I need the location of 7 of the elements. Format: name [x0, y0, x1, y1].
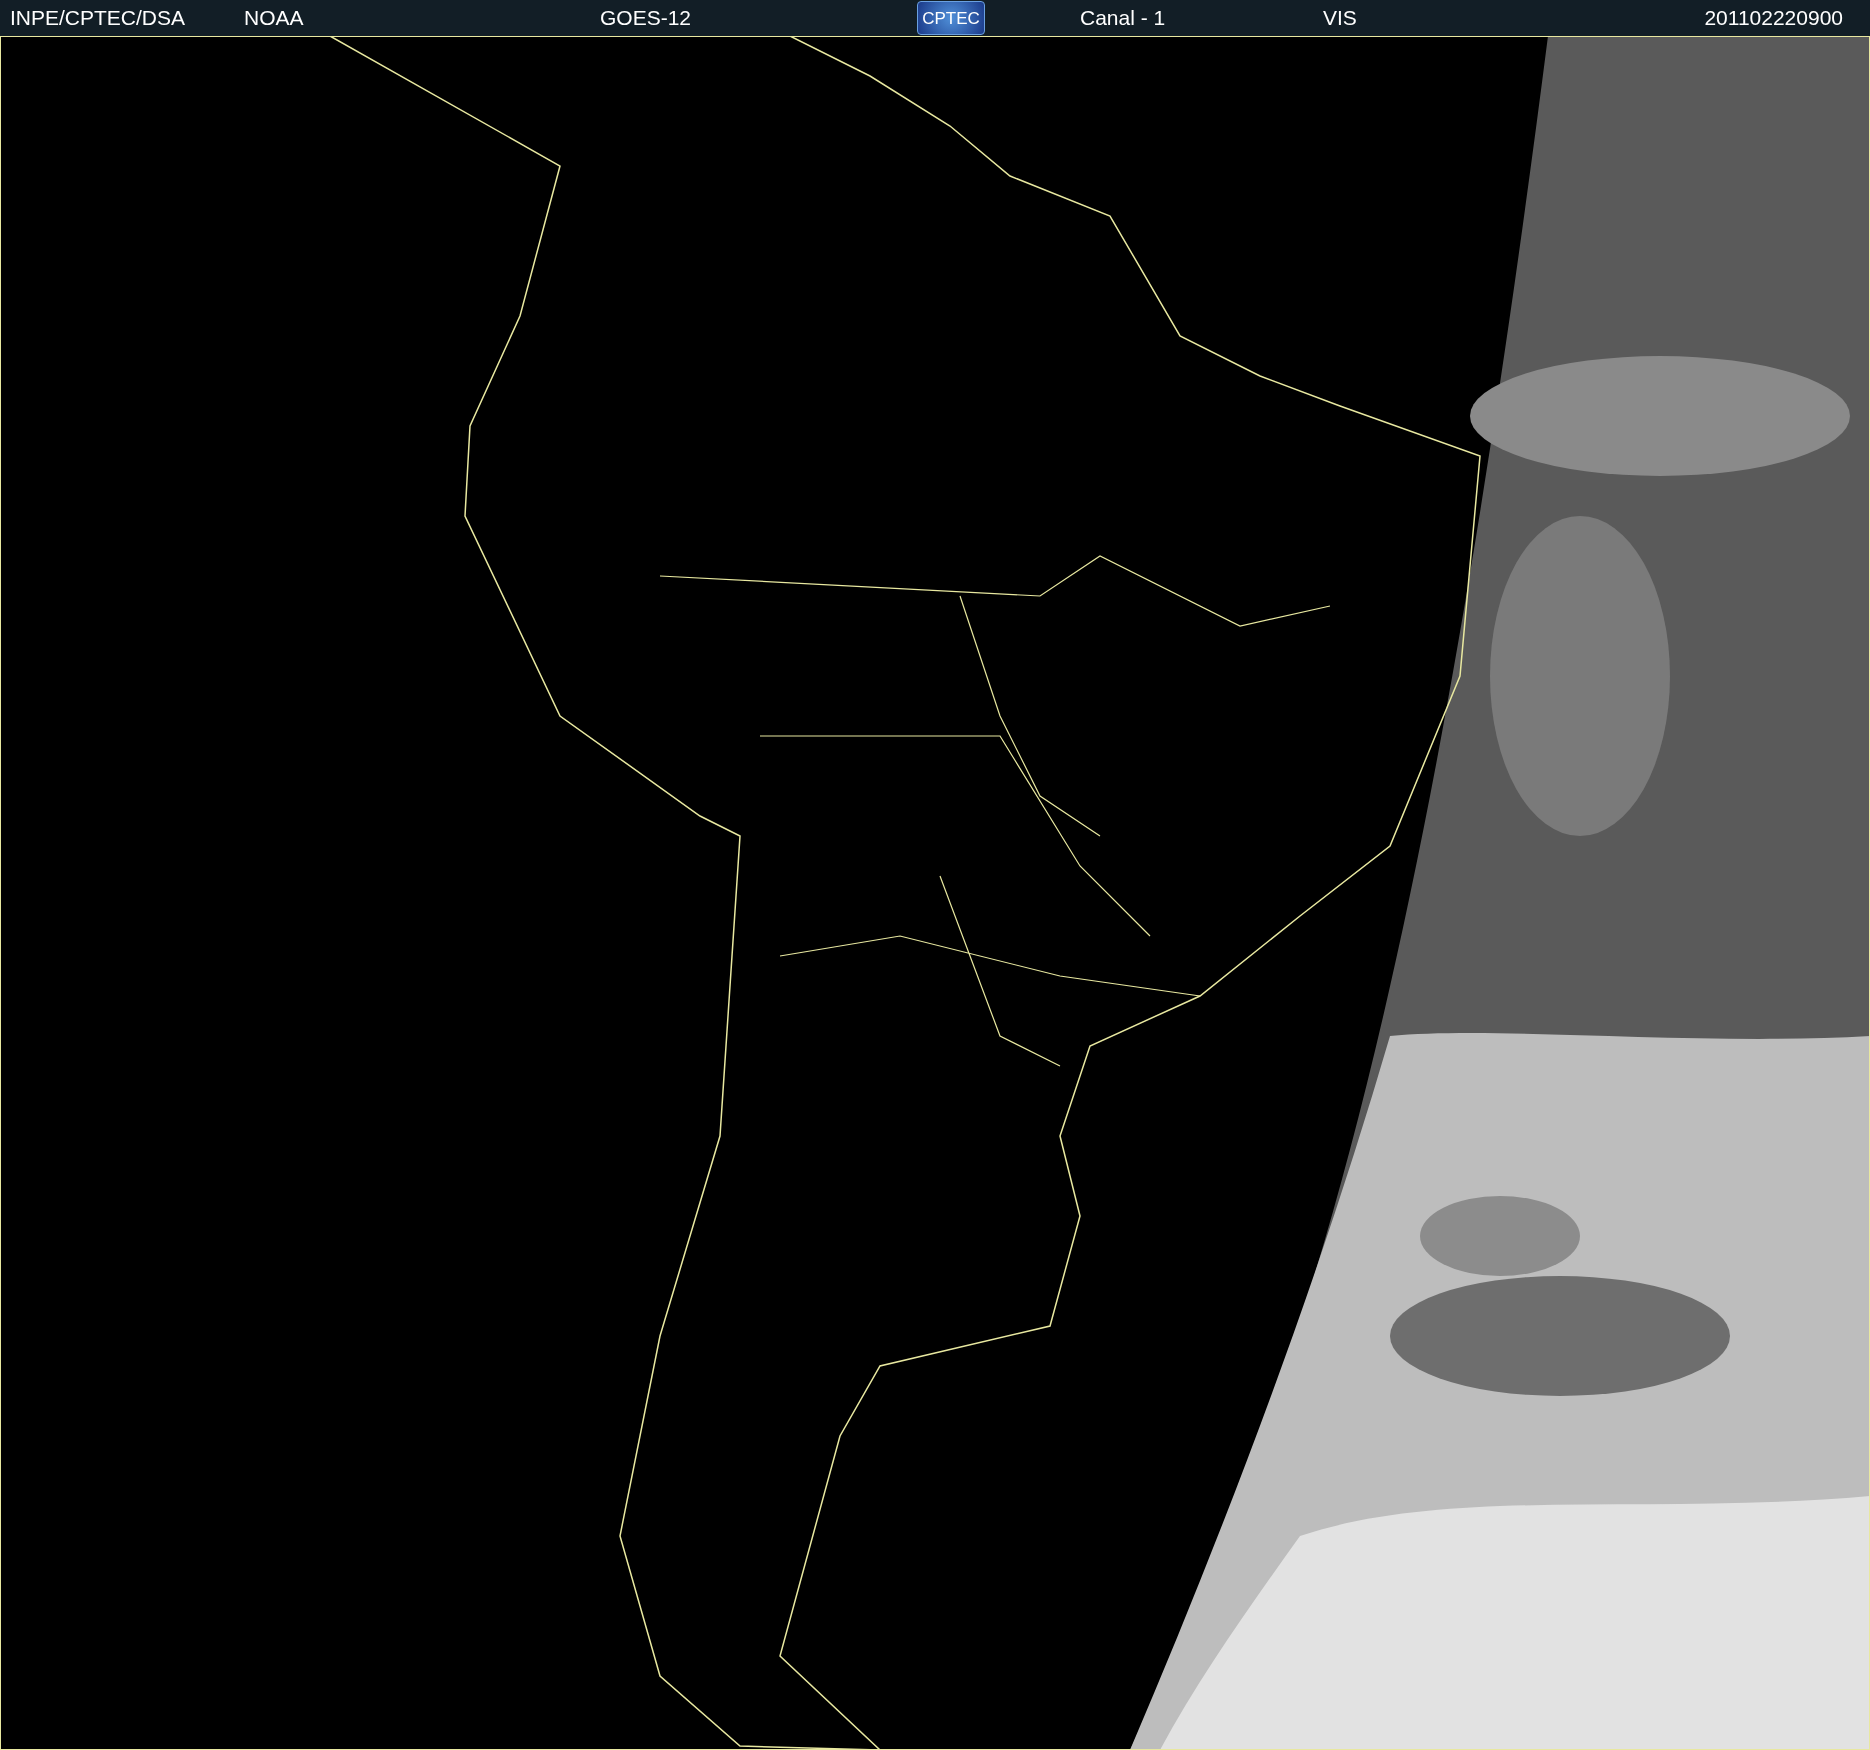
- header-label: Canal - 1: [1080, 5, 1167, 32]
- logo: CPTEC: [917, 1, 985, 35]
- header-label: INPE/CPTEC/DSA: [10, 5, 187, 32]
- timestamp-label: 201102220900: [1704, 5, 1843, 32]
- header-label: NOAA: [244, 5, 305, 32]
- header-label: GOES-12: [600, 5, 693, 32]
- header-label: VIS: [1323, 5, 1357, 32]
